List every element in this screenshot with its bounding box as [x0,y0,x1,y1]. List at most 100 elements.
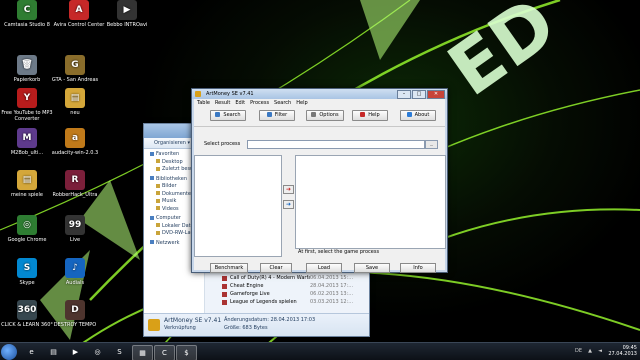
game-icon[interactable]: ▦ [132,345,153,360]
desktop: ED C Camtasia Studio 8 A Avira Control Cent… [0,0,640,360]
desktop-icon-label: neu [70,110,80,116]
menu-item[interactable]: Table [197,99,210,108]
desktop-icon-image: 99 [65,215,85,235]
taskbar: e ▤ ▶ ◎ S ▦ C $ DE ▲ ◄ 09:45 27.04.2013 [0,342,640,360]
desktop-icon[interactable]: G GTA - San Andreas [48,55,102,83]
shortcut-icon [222,291,227,297]
desktop-icon-label: Live [69,237,81,243]
desktop-icon[interactable]: a audacity-win-2.0.3 [48,128,102,156]
close-button[interactable]: ✕ [427,90,445,99]
move-right-button[interactable]: ➜ [283,185,294,194]
desktop-icon-image: A [69,0,89,20]
chrome-icon[interactable]: ◎ [88,345,107,359]
start-button[interactable] [1,344,17,360]
minimize-button[interactable]: – [397,90,411,99]
desktop-icon[interactable]: C Camtasia Studio 8 [0,0,54,28]
desktop-icon[interactable]: 99 Live [48,215,102,243]
gear-icon [311,112,317,117]
about-button[interactable]: About [400,110,436,121]
desktop-icon-image: 360 [17,300,37,320]
desktop-icon-label: Papierkorb [13,77,41,83]
desktop-icon[interactable]: D DESTROY TEMPO [48,300,102,328]
options-button[interactable]: Options [306,110,344,121]
desktop-icon[interactable]: M M2Bob_ulti... [0,128,54,156]
benchmark-button[interactable]: Benchmark [210,263,248,273]
search-button[interactable]: Search [210,110,246,121]
desktop-icon[interactable]: 360 CLICK & LEARN 360° [0,300,54,328]
nav-item-label: Bilder [162,183,177,189]
search-results-list[interactable] [194,155,282,257]
desktop-icon[interactable]: A Avira Control Center [52,0,106,28]
file-row[interactable]: Cheat Engine 28.04.2013 17:... [219,282,369,290]
menu-item[interactable]: Search [274,99,291,108]
nav-group-icon [150,240,154,244]
file-name: Cheat Engine [230,283,264,289]
desktop-icon-label: meine spiele [11,192,43,198]
nav-item-label: Videos [162,205,179,212]
menu-item[interactable]: Help [296,99,307,108]
search-icon [215,112,221,117]
folder-icon [156,230,160,235]
clear-button[interactable]: Clear [260,263,292,273]
desktop-icon[interactable]: S Skype [0,258,54,286]
desktop-icon[interactable]: ♪ Audials [48,258,102,286]
address-table[interactable] [295,155,446,249]
process-browse-button[interactable]: ... [425,140,438,149]
file-row[interactable]: Gameforge Live 06.02.2013 13:... [219,290,369,298]
menu-item[interactable]: Edit [235,99,245,108]
desktop-icon[interactable]: R RobberHack_Ultra [48,170,102,198]
filter-icon [266,112,272,117]
artmoney-titlebar[interactable]: ArtMoney SE v7.41 – □ ✕ [192,89,447,99]
desktop-icon[interactable]: 🗑 Papierkorb [0,55,54,83]
folder-icon [156,166,160,171]
menu-item[interactable]: Process [250,99,269,108]
camtasia-icon[interactable]: C [154,345,175,360]
desktop-icon[interactable]: ▶ Bebbo INTROavi [100,0,154,28]
clock[interactable]: 09:45 27.04.2013 [608,345,637,357]
details-size: Größe: 683 Bytes [224,325,268,331]
file-date: 28.04.2013 17:... [310,283,354,289]
shortcut-icon [222,275,227,281]
file-row[interactable]: League of Legends spielen 03.03.2013 12:.… [219,298,369,306]
shortcut-icon [222,283,227,289]
desktop-icon-image: Y [17,88,37,108]
folder-icon [156,191,160,195]
tray-language[interactable]: DE [575,348,582,354]
save-button[interactable]: Save [354,263,390,273]
explorer-icon[interactable]: ▤ [44,345,63,359]
folder-icon [156,198,160,203]
desktop-icon[interactable]: ▤ meine spiele [0,170,54,198]
maximize-button[interactable]: □ [412,90,426,99]
nav-item-label: Dokumente [162,190,191,197]
help-button[interactable]: Help [352,110,388,121]
nav-group-icon [150,176,154,180]
desktop-icon-image: ▤ [17,170,37,190]
help-icon [360,112,366,117]
status-text: At first, select the game process [298,249,380,255]
info-button[interactable]: Info [400,263,436,273]
desktop-icon-label: Free YouTube to MP3 Converter [1,110,53,122]
desktop-icon-label: GTA - San Andreas [51,77,99,83]
artmoney-window[interactable]: ArtMoney SE v7.41 – □ ✕ Table Result Edit P… [191,88,448,273]
desktop-icon-image: ▶ [117,0,137,20]
filter-button[interactable]: Filter [259,110,295,121]
skype-icon[interactable]: S [110,345,129,359]
internet-explorer-icon[interactable]: e [22,345,41,359]
desktop-icon[interactable]: ▤ neu [48,88,102,116]
file-row[interactable]: Call of Duty(R) 4 - Modern Warfare(TM) -… [219,274,369,282]
menu-item[interactable]: Result [215,99,230,108]
tray-arrow-icon[interactable]: ▲ [588,348,592,354]
nav-item-label: Musik [162,198,177,204]
folder-icon [156,159,160,163]
select-process-combobox[interactable] [247,140,425,149]
load-button[interactable]: Load [306,263,342,273]
move-left-button[interactable]: ➜ [283,200,294,209]
volume-icon[interactable]: ◄ [598,348,602,354]
desktop-icon[interactable]: ◎ Google Chrome [0,215,54,243]
desktop-icon-label: CLICK & LEARN 360° [1,322,53,328]
folder-icon [156,183,160,188]
media-player-icon[interactable]: ▶ [66,345,85,359]
desktop-icon[interactable]: Y Free YouTube to MP3 Converter [0,88,54,122]
artmoney-icon[interactable]: $ [176,345,197,360]
details-date: Änderungsdatum: 28.04.2013 17:03 [224,317,316,323]
